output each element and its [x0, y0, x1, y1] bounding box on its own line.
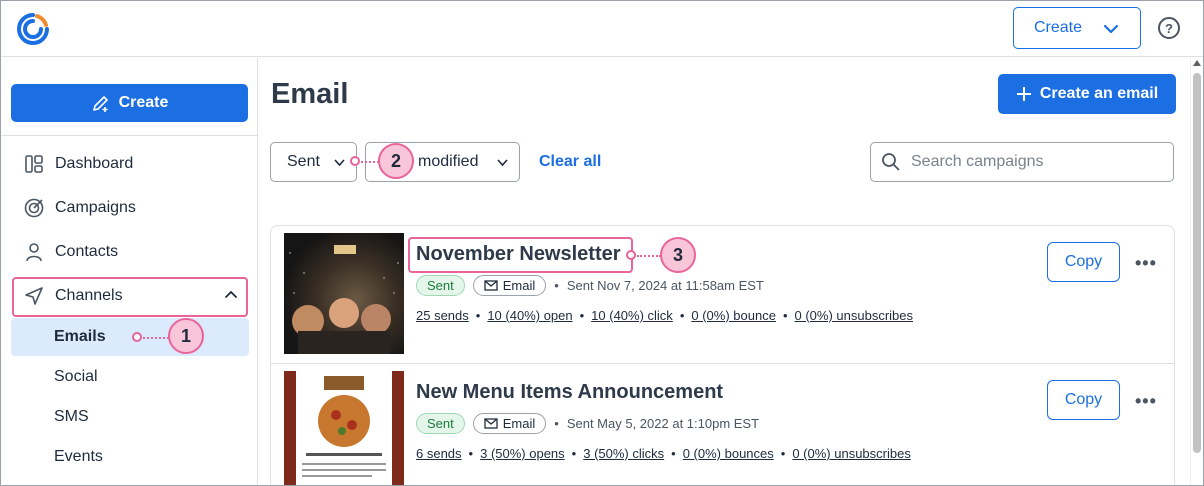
- sidebar-item-campaigns[interactable]: Campaigns: [11, 188, 249, 228]
- campaign-name-link[interactable]: New Menu Items Announcement: [416, 381, 723, 404]
- sidebar-divider: [1, 135, 257, 136]
- sidebar: Create Dashboard Campaigns Contacts Chan…: [1, 58, 258, 485]
- type-badge-label: Email: [502, 416, 536, 431]
- copy-button[interactable]: Copy: [1047, 242, 1120, 282]
- envelope-icon: [484, 418, 498, 429]
- callout-2-marker: 2: [378, 143, 414, 179]
- channels-highlight: [12, 277, 248, 317]
- campaign-list: November Newsletter Sent Email • Sent No…: [270, 225, 1175, 485]
- sidebar-item-label: Dashboard: [55, 155, 134, 172]
- scroll-up-arrow-icon[interactable]: [1193, 60, 1201, 66]
- stat-sends-link[interactable]: 25 sends: [416, 308, 469, 323]
- sent-info: Sent May 5, 2022 at 1:10pm EST: [566, 416, 760, 431]
- callout-number: 2: [390, 150, 401, 171]
- callout-3-marker: 3: [660, 237, 696, 273]
- campaign-row[interactable]: November Newsletter Sent Email • Sent No…: [271, 226, 1174, 363]
- stat-unsubscribes-link[interactable]: 0 (0%) unsubscribes: [792, 446, 911, 461]
- sidebar-subitem-emails[interactable]: Emails: [11, 318, 249, 356]
- stat-opens-link[interactable]: 3 (50%) opens: [480, 446, 565, 461]
- chevron-down-icon: [1103, 24, 1119, 34]
- person-icon: [23, 241, 45, 263]
- sort-filter-label: modified: [418, 153, 479, 170]
- type-badge: Email: [472, 413, 547, 434]
- sidebar-item-label: Campaigns: [55, 199, 136, 216]
- campaign-stats: 25 sends • 10 (40%) open • 10 (40%) click •…: [416, 308, 913, 323]
- sidebar-subitem-label: Emails: [54, 328, 106, 345]
- chevron-down-icon: [334, 159, 345, 167]
- dashboard-icon: [23, 153, 45, 175]
- create-email-label: Create an email: [1039, 85, 1159, 102]
- callout-connector: [143, 337, 169, 339]
- campaign-meta: Sent Email • Sent May 5, 2022 at 1:10pm …: [416, 413, 759, 434]
- top-bar: Create ?: [1, 1, 1203, 57]
- sidebar-subitem-label: SMS: [54, 408, 89, 425]
- campaign-thumbnail-image[interactable]: [284, 371, 404, 485]
- stat-sends-link[interactable]: 6 sends: [416, 446, 462, 461]
- target-icon: [23, 197, 45, 219]
- main-content: Email Create an email Sent modified 2 Cl…: [259, 58, 1189, 485]
- sidebar-subitem-label: Events: [54, 448, 103, 465]
- stat-opens-link[interactable]: 10 (40%) open: [487, 308, 572, 323]
- campaign-meta: Sent Email • Sent Nov 7, 2024 at 11:58am…: [416, 275, 764, 296]
- callout-anchor-dot: [132, 332, 142, 342]
- callout-number: 1: [180, 325, 191, 346]
- envelope-icon: [484, 280, 498, 291]
- brand-logo-icon[interactable]: [16, 12, 50, 46]
- status-badge: Sent: [416, 275, 465, 296]
- callout-anchor-dot: [350, 156, 360, 166]
- header-create-button[interactable]: Create: [1013, 7, 1141, 49]
- search-icon: [882, 153, 900, 171]
- sent-info: Sent Nov 7, 2024 at 11:58am EST: [566, 278, 764, 293]
- clear-all-link[interactable]: Clear all: [539, 153, 601, 171]
- scrollbar[interactable]: [1190, 58, 1203, 485]
- sidebar-subitem-label: Social: [54, 368, 98, 385]
- campaign-row[interactable]: New Menu Items Announcement Sent Email •…: [271, 363, 1174, 485]
- campaign-stats: 6 sends • 3 (50%) opens • 3 (50%) clicks • …: [416, 446, 911, 461]
- type-badge: Email: [472, 275, 547, 296]
- callout-anchor-dot: [626, 250, 636, 260]
- sidebar-create-label: Create: [118, 94, 169, 111]
- status-badge: Sent: [416, 413, 465, 434]
- stat-clicks-link[interactable]: 3 (50%) clicks: [583, 446, 664, 461]
- page-title: Email: [271, 78, 349, 110]
- search-input[interactable]: [911, 153, 1151, 171]
- stat-bounces-link[interactable]: 0 (0%) bounces: [683, 446, 774, 461]
- plus-icon: [1016, 87, 1031, 101]
- status-filter-label: Sent: [287, 153, 320, 170]
- search-campaigns-field[interactable]: [870, 142, 1174, 182]
- sidebar-subitem-events[interactable]: Events: [11, 438, 249, 476]
- pencil-plus-icon: [92, 96, 108, 112]
- campaign-thumbnail-image[interactable]: [284, 233, 404, 354]
- stat-bounces-link[interactable]: 0 (0%) bounce: [691, 308, 776, 323]
- callout-connector: [361, 161, 379, 163]
- type-badge-label: Email: [502, 278, 536, 293]
- more-options-icon[interactable]: •••: [1135, 391, 1157, 412]
- sidebar-item-contacts[interactable]: Contacts: [11, 232, 249, 272]
- callout-1-marker: 1: [168, 318, 204, 354]
- create-email-button[interactable]: Create an email: [998, 74, 1176, 114]
- stat-unsubscribes-link[interactable]: 0 (0%) unsubscribes: [795, 308, 914, 323]
- campaign-name-highlight: [408, 237, 633, 273]
- sidebar-subitem-social[interactable]: Social: [11, 358, 249, 396]
- chevron-down-icon: [497, 159, 508, 167]
- callout-connector: [637, 255, 661, 257]
- status-filter-dropdown[interactable]: Sent: [270, 142, 357, 182]
- sidebar-subitem-sms[interactable]: SMS: [11, 398, 249, 436]
- sidebar-item-label: Contacts: [55, 243, 119, 260]
- callout-number: 3: [672, 244, 683, 265]
- scrollbar-thumb[interactable]: [1193, 73, 1201, 453]
- copy-button[interactable]: Copy: [1047, 380, 1120, 420]
- more-options-icon[interactable]: •••: [1135, 253, 1157, 274]
- stat-clicks-link[interactable]: 10 (40%) click: [591, 308, 673, 323]
- header-create-label: Create: [1034, 19, 1083, 36]
- sidebar-create-button[interactable]: Create: [11, 84, 248, 122]
- help-icon[interactable]: ?: [1158, 17, 1180, 39]
- sidebar-item-dashboard[interactable]: Dashboard: [11, 144, 249, 184]
- app-window: Create ? Create Dashboard Campaigns Cont…: [0, 0, 1204, 486]
